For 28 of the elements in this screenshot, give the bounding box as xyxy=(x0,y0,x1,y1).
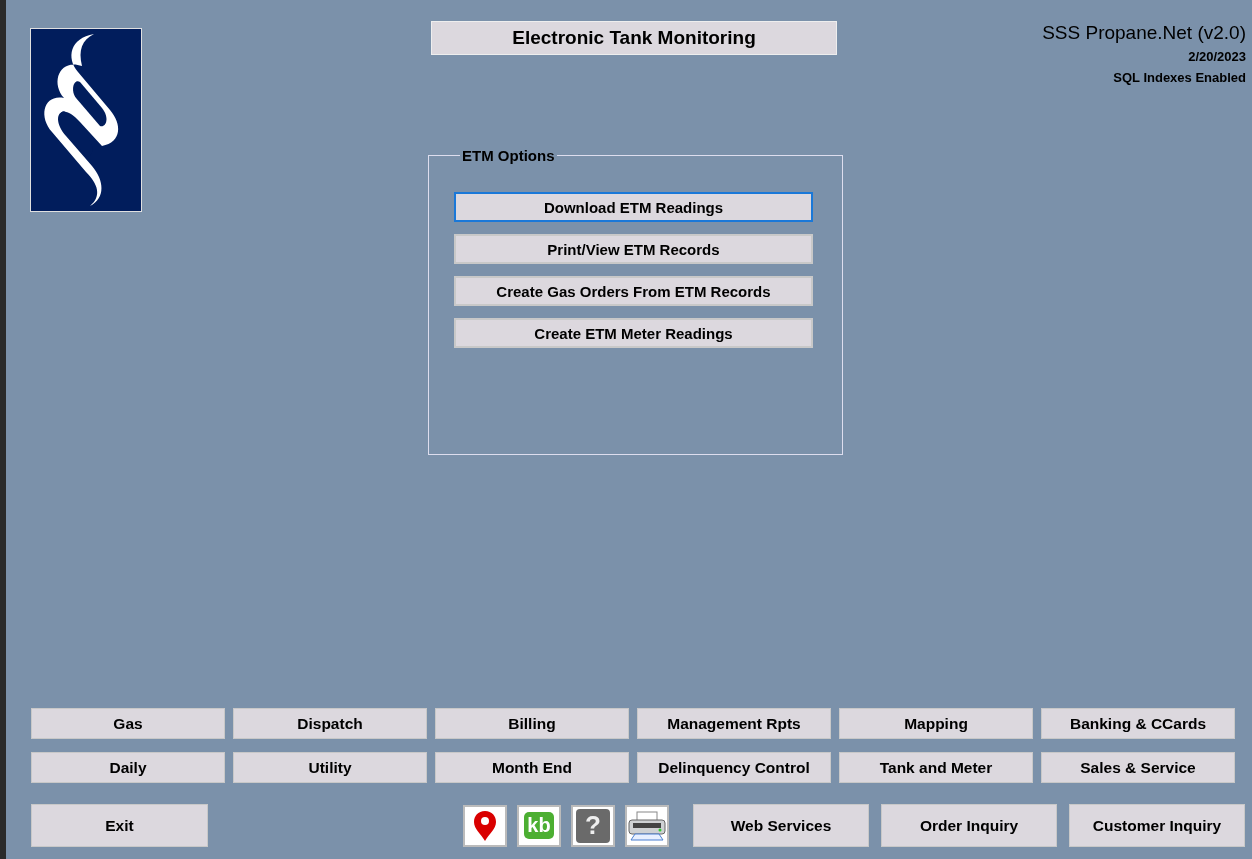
nav-button[interactable]: Dispatch xyxy=(233,708,427,739)
date-label: 2/20/2023 xyxy=(1187,49,1246,64)
option-button[interactable]: Download ETM Readings xyxy=(454,192,813,222)
app-name: SSS Propane.Net (v2.0) xyxy=(1042,22,1246,44)
nav-button[interactable]: Mapping xyxy=(839,708,1033,739)
nav-button[interactable]: Daily xyxy=(31,752,225,783)
status-label: SQL Indexes Enabled xyxy=(1112,70,1246,85)
option-button[interactable]: Print/View ETM Records xyxy=(454,234,813,264)
exit-button[interactable]: Exit xyxy=(31,804,208,847)
nav-button[interactable]: Sales & Service xyxy=(1041,752,1235,783)
nav-button[interactable]: Billing xyxy=(435,708,629,739)
bottom-button[interactable]: Order Inquiry xyxy=(881,804,1057,847)
group-label: ETM Options xyxy=(461,147,556,164)
nav-button[interactable]: Banking & CCards xyxy=(1041,708,1235,739)
help-button[interactable]: ? xyxy=(571,804,615,847)
bottom-button[interactable]: Customer Inquiry xyxy=(1069,804,1245,847)
printer-icon[interactable] xyxy=(625,804,669,847)
nav-button[interactable]: Tank and Meter xyxy=(839,752,1033,783)
bottom-button[interactable]: Web Services xyxy=(693,804,869,847)
option-button[interactable]: Create Gas Orders From ETM Records xyxy=(454,276,813,306)
screen-title: Electronic Tank Monitoring xyxy=(431,21,837,55)
nav-button[interactable]: Gas xyxy=(31,708,225,739)
nav-button[interactable]: Utility xyxy=(233,752,427,783)
option-button[interactable]: Create ETM Meter Readings xyxy=(454,318,813,348)
nav-button[interactable]: Management Rpts xyxy=(637,708,831,739)
nav-button[interactable]: Delinquency Control xyxy=(637,752,831,783)
nav-button[interactable]: Month End xyxy=(435,752,629,783)
map-pin-icon[interactable] xyxy=(463,804,507,847)
